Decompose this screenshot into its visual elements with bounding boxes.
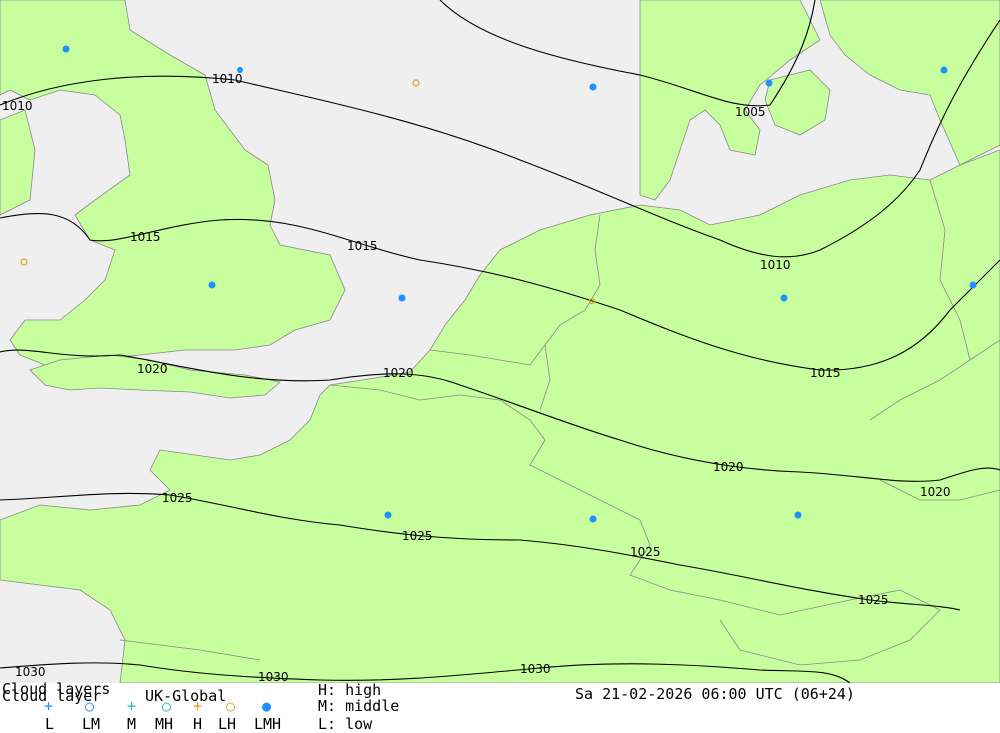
key-low: L: low: [318, 715, 373, 733]
isobar-label: 1015: [810, 366, 841, 380]
lmh-cloud-marker: [794, 511, 802, 519]
isobar-label: 1020: [713, 460, 744, 474]
isobar-label: 1015: [347, 239, 378, 253]
lmh-cloud-marker: [940, 66, 948, 74]
lmh-cloud-marker: [589, 515, 597, 523]
lmh-cloud-marker: [62, 45, 70, 53]
isobar-label: 1030: [258, 670, 289, 683]
lmh-cloud-marker: [384, 511, 392, 519]
low-high-cloud-icon: ○: [226, 697, 236, 715]
isobar-label: 1025: [162, 491, 193, 505]
middle-cloud-icon: +: [127, 697, 137, 715]
legend-label-H: H: [193, 715, 203, 733]
isobar-label: 1030: [520, 662, 551, 676]
legend-label-LH: LH: [218, 715, 237, 733]
model-name: UK-Global: [145, 687, 227, 705]
key-high: H: high: [318, 681, 382, 699]
weather-map: 1010 1010 1005 1010 1015 1015 1015 1020 …: [0, 0, 1000, 683]
legend-label-MH: MH: [155, 715, 174, 733]
isobar-label: 1005: [735, 105, 766, 119]
isobar-label: 1010: [212, 72, 243, 86]
isobar-label: 1030: [15, 665, 46, 679]
isobar-label: 1020: [383, 366, 414, 380]
legend-label-LMH: LMH: [254, 715, 282, 733]
key-middle: M: middle: [318, 697, 400, 715]
forecast-datetime: Sa 21-02-2026 06:00 UTC (06+24): [575, 685, 855, 703]
lmh-cloud-marker: [237, 67, 243, 73]
isobar-label: 1025: [858, 593, 889, 607]
middle-high-cloud-icon: ○: [162, 697, 172, 715]
low-middle-cloud-icon: ○: [85, 697, 95, 715]
legend-label-M: M: [127, 715, 137, 733]
legend-label-LM: LM: [82, 715, 101, 733]
lmh-cloud-marker: [969, 281, 977, 289]
legend-panel: Cloud layers Cloud layer UK-Global + ○ +…: [0, 681, 1000, 733]
lmh-cloud-marker: [780, 294, 788, 302]
isobar-label: 1020: [920, 485, 951, 499]
high-cloud-icon: +: [193, 697, 203, 715]
isobar-label: 1025: [630, 545, 661, 559]
low-middle-high-cloud-icon: ●: [262, 697, 272, 715]
lmh-cloud-marker: [398, 294, 406, 302]
isobar-label: 1025: [402, 529, 433, 543]
isobar-label: 1010: [2, 99, 33, 113]
legend-label-L: L: [45, 715, 55, 733]
lmh-cloud-marker: [589, 83, 597, 91]
low-cloud-icon: +: [44, 697, 54, 715]
isobar-label: 1020: [137, 362, 168, 376]
isobar-label: 1010: [760, 258, 791, 272]
lmh-cloud-marker: [208, 281, 216, 289]
isobar-label: 1015: [130, 230, 161, 244]
lmh-cloud-marker: [765, 79, 773, 87]
